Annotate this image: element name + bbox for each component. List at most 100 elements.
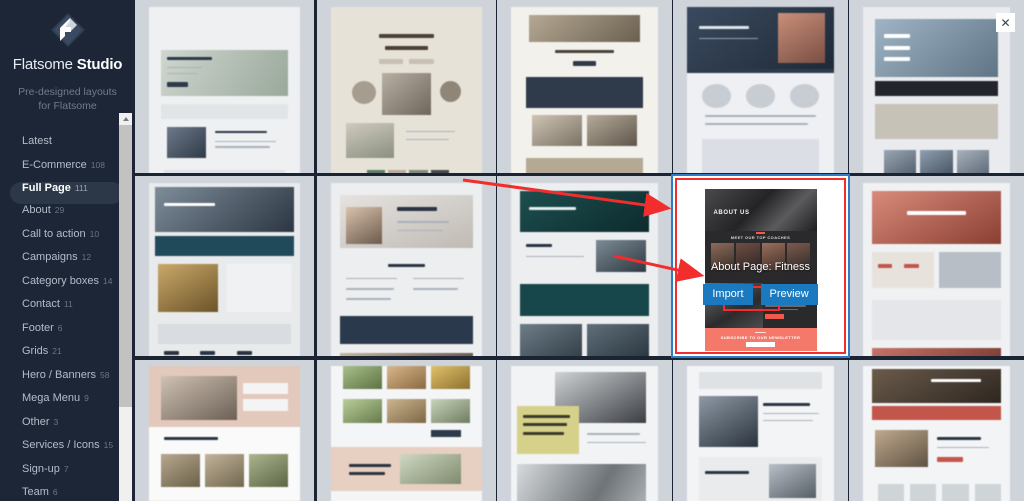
template-card[interactable] — [497, 0, 672, 173]
sidebar-item-label: Full Page — [22, 182, 71, 194]
sidebar-item-count: 11 — [63, 299, 73, 309]
sidebar-item-label: About — [22, 204, 51, 216]
sidebar-item-label: Category boxes — [22, 274, 100, 287]
template-thumbnail — [849, 360, 1024, 501]
template-card[interactable] — [135, 0, 314, 173]
divider — [754, 331, 767, 333]
sidebar-item-count: 29 — [54, 205, 65, 215]
template-card[interactable] — [317, 360, 496, 501]
sidebar-item-footer[interactable]: Footer 6 — [0, 322, 135, 346]
sidebar-item-label: Latest — [22, 135, 52, 147]
sidebar-item-label: Sign-up — [22, 462, 60, 475]
template-thumbnail — [135, 176, 314, 356]
sidebar-item-label: Footer — [22, 321, 54, 334]
sidebar-scrollbar[interactable] — [119, 113, 132, 501]
template-thumbnail — [497, 360, 672, 501]
sidebar-item-label: Grids — [22, 345, 49, 357]
sidebar-item-contact[interactable]: Contact 11 — [0, 298, 135, 322]
sidebar-item-label: Mega Menu — [22, 392, 81, 404]
template-action-buttons: Import Preview — [673, 284, 848, 306]
template-title: About Page: Fitness — [710, 260, 811, 273]
sidebar-item-count: 108 — [90, 159, 105, 170]
sidebar-item-count: 6 — [52, 487, 58, 497]
sidebar-item-label: Campaigns — [22, 251, 78, 263]
thumb-coaches-section: MEET OUR TOP COACHES — [704, 230, 817, 283]
sidebar-item-sign-up[interactable]: Sign-up 7 — [0, 463, 135, 487]
template-card[interactable] — [135, 176, 314, 356]
thumb-hero: ABOUT US — [704, 188, 817, 231]
thumb-coaches-label: MEET OUR TOP COACHES — [730, 234, 791, 240]
sidebar-item-count: 14 — [103, 275, 113, 286]
flatsome-studio-modal: Flatsome Studio Pre-designed layouts for… — [0, 0, 1024, 501]
sidebar-item-label: Hero / Banners — [22, 368, 96, 381]
text-line — [764, 308, 798, 311]
template-card[interactable] — [497, 176, 672, 356]
template-thumbnail — [135, 0, 314, 173]
sidebar-item-count: 12 — [81, 252, 92, 262]
sidebar-item-call-to-action[interactable]: Call to action 10 — [0, 228, 135, 252]
template-grid: ABOUT US MEET OUR TOP COACHES HIGH GOAL — [135, 0, 1024, 501]
logo-wrap — [0, 0, 135, 50]
sidebar-item-count: 3 — [53, 416, 59, 427]
template-thumbnail — [317, 360, 496, 501]
template-card[interactable] — [849, 176, 1024, 356]
sidebar-item-e-commerce[interactable]: E-Commerce 108 — [0, 159, 135, 183]
sidebar-item-other[interactable]: Other 3 — [0, 416, 135, 440]
template-thumbnail — [135, 360, 314, 501]
flatsome-diamond-logo-icon — [48, 10, 88, 50]
sidebar: Flatsome Studio Pre-designed layouts for… — [0, 0, 135, 501]
sidebar-item-hero-banners[interactable]: Hero / Banners 58 — [0, 369, 135, 393]
sidebar-item-about[interactable]: About 29 — [0, 204, 135, 228]
template-thumbnail — [497, 176, 672, 356]
template-thumbnail — [849, 176, 1024, 356]
sidebar-item-count: 10 — [89, 228, 100, 239]
template-thumbnail — [673, 0, 848, 173]
template-card[interactable] — [673, 0, 848, 173]
sidebar-item-label: Team — [22, 486, 49, 498]
template-card[interactable] — [317, 176, 496, 356]
category-menu: Latest E-Commerce 108 Full Page 111 About 29 Ca… — [0, 135, 135, 501]
sidebar-item-count: 21 — [52, 346, 62, 356]
template-card[interactable] — [673, 360, 848, 501]
sidebar-item-latest[interactable]: Latest — [0, 135, 135, 159]
thumb-newsletter-label: SUBSCRIBE TO OUR NEWSLETTER — [720, 335, 801, 340]
sidebar-item-count: 111 — [74, 183, 88, 193]
sidebar-item-label: Contact — [22, 298, 60, 310]
template-card[interactable] — [497, 360, 672, 501]
preview-button[interactable]: Preview — [760, 284, 818, 306]
template-card[interactable] — [317, 0, 496, 173]
selected-template-card[interactable]: ABOUT US MEET OUR TOP COACHES HIGH GOAL — [671, 174, 850, 358]
template-thumbnail — [497, 0, 672, 173]
thumb-newsletter-button — [745, 342, 776, 347]
template-card[interactable] — [849, 360, 1024, 501]
brand-bold: Studio — [76, 56, 123, 73]
divider — [756, 232, 765, 234]
brand-light: Flatsome — [12, 56, 73, 73]
close-x-icon: ✕ — [1000, 15, 1011, 30]
template-thumbnail — [673, 360, 848, 501]
close-modal-button[interactable]: ✕ — [996, 13, 1015, 32]
sidebar-item-team[interactable]: Team 6 — [0, 486, 135, 501]
scrollbar-thumb[interactable] — [119, 125, 132, 407]
sidebar-item-campaigns[interactable]: Campaigns 12 — [0, 251, 135, 275]
sidebar-item-mega-menu[interactable]: Mega Menu 9 — [0, 392, 135, 416]
sidebar-item-label: E-Commerce — [22, 158, 87, 171]
sidebar-item-label: Services / Icons — [22, 439, 100, 451]
text-line — [764, 305, 807, 307]
sidebar-item-count: 6 — [57, 322, 63, 333]
sidebar-item-label: Call to action — [22, 227, 86, 240]
sidebar-item-full-page[interactable]: Full Page 111 — [10, 182, 123, 204]
thumb-hero-kicker: ABOUT US — [713, 210, 750, 217]
sidebar-item-category-boxes[interactable]: Category boxes 14 — [0, 275, 135, 299]
template-card[interactable] — [135, 360, 314, 501]
sidebar-item-services-icons[interactable]: Services / Icons 15 — [0, 439, 135, 463]
sidebar-item-count: 58 — [99, 369, 110, 380]
import-button[interactable]: Import — [703, 284, 753, 306]
template-thumbnail — [317, 0, 496, 173]
template-thumbnail — [317, 176, 496, 356]
scroll-up-arrow-icon[interactable] — [119, 113, 132, 125]
sidebar-item-count: 15 — [103, 440, 114, 450]
brand-title: Flatsome Studio — [0, 56, 135, 73]
sidebar-item-grids[interactable]: Grids 21 — [0, 345, 135, 369]
sidebar-item-count: 9 — [84, 393, 89, 403]
